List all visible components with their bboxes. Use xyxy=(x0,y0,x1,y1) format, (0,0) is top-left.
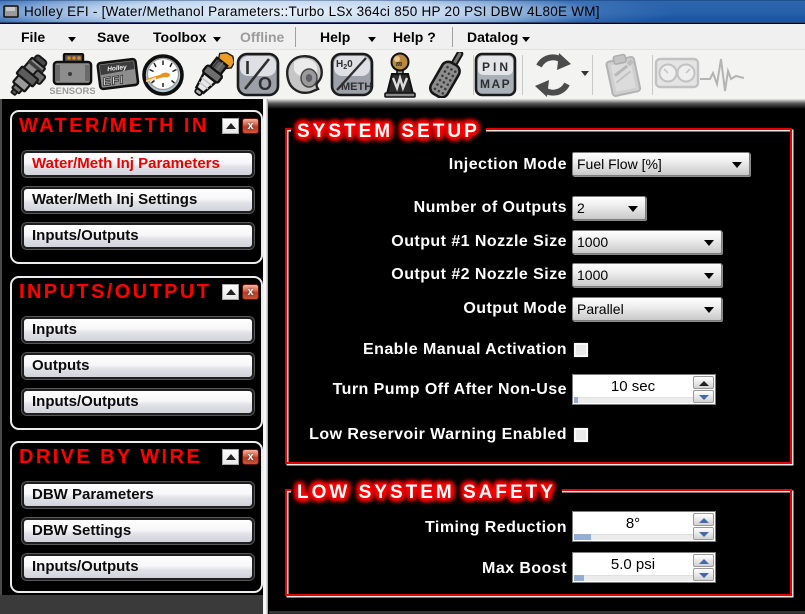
svg-text:PIN: PIN xyxy=(482,60,511,74)
svg-text:EFI: EFI xyxy=(103,72,125,89)
svg-text:O: O xyxy=(258,74,272,94)
svg-text:I: I xyxy=(245,58,250,78)
svg-text:m: m xyxy=(396,59,402,68)
svg-text:METH: METH xyxy=(341,81,372,93)
svg-text:MAP: MAP xyxy=(480,77,511,91)
svg-text:SENSORS: SENSORS xyxy=(50,86,95,97)
